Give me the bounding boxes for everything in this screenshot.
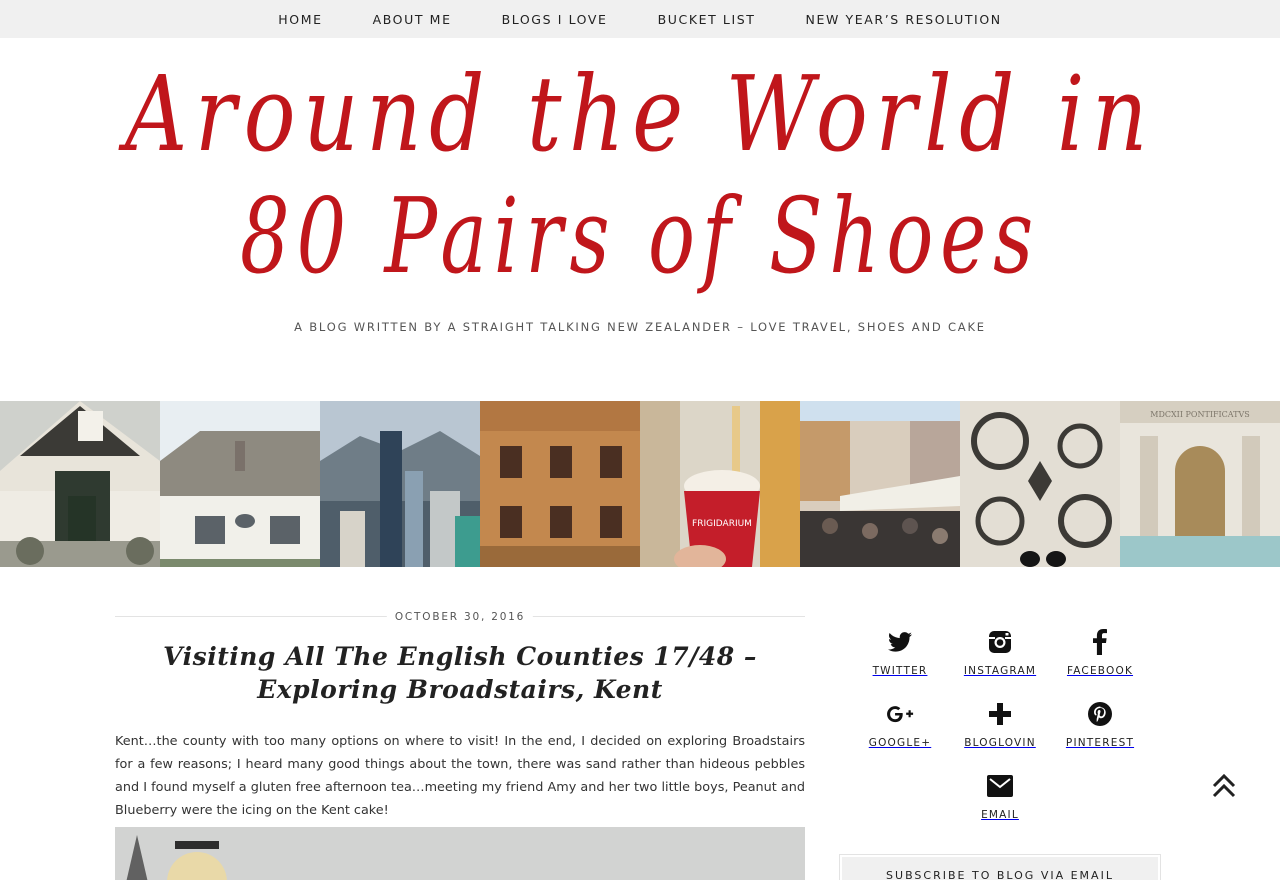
post-title[interactable]: Visiting All The English Counties 17/48 … (115, 640, 805, 706)
social-label: INSTAGRAM (963, 665, 1037, 677)
social-email[interactable]: EMAIL (950, 772, 1050, 824)
top-navigation: HOME ABOUT ME BLOGS I LOVE BUCKET LIST N… (0, 0, 1280, 38)
google-plus-icon (886, 700, 914, 728)
svg-text:MDCXII PONTIFICATVS: MDCXII PONTIFICATVS (1150, 410, 1250, 419)
logo-line-1: Around the World in (118, 53, 1155, 175)
double-chevron-up-icon (1210, 773, 1238, 806)
bloglovin-icon (986, 700, 1014, 728)
nav-item-home[interactable]: HOME (278, 12, 322, 27)
social-pinterest[interactable]: PINTEREST (1050, 700, 1150, 752)
email-icon (986, 772, 1014, 800)
social-links: TWITTER INSTAGRAM FACEBOOK GOOGLE+ BLOGL… (850, 628, 1150, 824)
social-label: FACEBOOK (1066, 665, 1134, 677)
photo-hong-kong-skyline[interactable] (320, 401, 480, 567)
photo-cottage-pub[interactable] (0, 401, 160, 567)
post-excerpt: Kent…the county with too many options on… (115, 734, 805, 818)
facebook-icon (1086, 628, 1114, 656)
post-date: OCTOBER 30, 2016 (386, 611, 534, 623)
blog-post: OCTOBER 30, 2016 Visiting All The Englis… (115, 600, 805, 822)
social-bloglovin[interactable]: BLOGLOVIN (950, 700, 1050, 752)
nav-item-blogs-i-love[interactable]: BLOGS I LOVE (502, 12, 608, 27)
svg-text:FRIGIDARIUM: FRIGIDARIUM (692, 519, 752, 529)
post-date-row: OCTOBER 30, 2016 (115, 600, 805, 636)
site-tagline: A BLOG WRITTEN BY A STRAIGHT TALKING NEW… (294, 320, 986, 334)
social-google-plus[interactable]: GOOGLE+ (850, 700, 950, 752)
instagram-icon (986, 628, 1014, 656)
photo-street-cafe[interactable] (800, 401, 960, 567)
social-label: EMAIL (981, 809, 1019, 821)
instagram-photo-strip: FRIGIDARIUM MDCXII PONTIFICATVS (0, 401, 1280, 567)
social-label: BLOGLOVIN (964, 737, 1036, 749)
photo-fountain[interactable]: MDCXII PONTIFICATVS (1120, 401, 1280, 567)
photo-rome-building[interactable] (480, 401, 640, 567)
social-facebook[interactable]: FACEBOOK (1050, 628, 1150, 680)
pinterest-icon (1086, 700, 1114, 728)
photo-mosaic-floor[interactable] (960, 401, 1120, 567)
post-featured-image (115, 827, 805, 880)
social-label: PINTEREST (1065, 737, 1135, 749)
social-label: TWITTER (872, 665, 928, 677)
photo-gelato-cup[interactable]: FRIGIDARIUM (640, 401, 800, 567)
social-twitter[interactable]: TWITTER (850, 628, 950, 680)
back-to-top-button[interactable] (1210, 772, 1238, 802)
subscribe-widget-title: SUBSCRIBE TO BLOG VIA EMAIL (840, 855, 1160, 880)
photo-thatched-cottage[interactable] (160, 401, 320, 567)
site-logo[interactable]: Around the World in 80 Pairs of Shoes (0, 50, 1280, 300)
nav-item-new-years-resolution[interactable]: NEW YEAR’S RESOLUTION (806, 12, 1002, 27)
twitter-icon (886, 628, 914, 656)
social-label: GOOGLE+ (868, 737, 932, 749)
logo-line-2: 80 Pairs of Shoes (240, 175, 1040, 297)
nav-item-about-me[interactable]: ABOUT ME (373, 12, 452, 27)
social-instagram[interactable]: INSTAGRAM (950, 628, 1050, 680)
nav-item-bucket-list[interactable]: BUCKET LIST (658, 12, 756, 27)
